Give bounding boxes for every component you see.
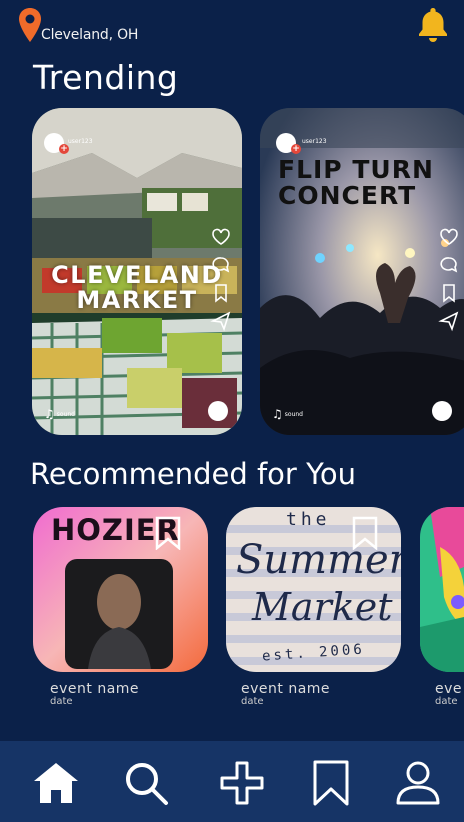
event-card-hozier[interactable]: HOZIER bbox=[33, 507, 208, 672]
bookmark-icon[interactable] bbox=[351, 516, 379, 550]
event-date: date bbox=[241, 696, 264, 707]
sound-text: sound bbox=[284, 410, 303, 418]
event-name[interactable]: event name bbox=[241, 681, 330, 697]
add-icon[interactable] bbox=[218, 759, 266, 807]
bookmark-icon[interactable] bbox=[154, 516, 182, 550]
username[interactable]: user123 bbox=[68, 138, 93, 145]
action-rail bbox=[438, 226, 460, 346]
sound-label[interactable]: ♫ sound bbox=[272, 408, 303, 420]
card-title-line2: CONCERT bbox=[278, 181, 417, 211]
pin-icon[interactable] bbox=[17, 7, 43, 43]
music-note-icon: ♫ bbox=[272, 407, 283, 421]
trending-card-concert[interactable]: + user123 FLIP TURN CONCERT ♫ sound bbox=[260, 108, 464, 435]
heart-icon[interactable] bbox=[438, 226, 460, 254]
top-bar: Cleveland, OH bbox=[0, 0, 464, 55]
search-icon[interactable] bbox=[122, 759, 170, 807]
bell-icon[interactable] bbox=[414, 5, 452, 43]
card-title-line1: FLIP TURN bbox=[278, 155, 434, 184]
colorful-poster bbox=[420, 507, 464, 672]
bookmark-icon[interactable] bbox=[438, 282, 460, 310]
comment-icon[interactable] bbox=[210, 254, 232, 282]
follow-plus-icon[interactable]: + bbox=[291, 144, 301, 154]
event-card-summer-market[interactable]: the Summer Market est. 2006 bbox=[226, 507, 401, 672]
event-name[interactable]: eve bbox=[435, 681, 462, 697]
action-rail bbox=[210, 226, 232, 346]
poster-line-market: Market bbox=[252, 585, 393, 629]
recommended-heading: Recommended for You bbox=[30, 457, 357, 491]
username[interactable]: user123 bbox=[302, 138, 327, 145]
card-title: FLIP TURN CONCERT bbox=[278, 155, 458, 211]
bottom-nav bbox=[0, 741, 464, 822]
user-avatar[interactable]: + bbox=[276, 133, 301, 154]
profile-icon[interactable] bbox=[394, 759, 442, 807]
event-date: date bbox=[50, 696, 73, 707]
event-card-partial[interactable] bbox=[420, 507, 464, 672]
trending-heading: Trending bbox=[33, 58, 179, 97]
poster-line-the: the bbox=[286, 509, 331, 530]
music-note-icon: ♫ bbox=[44, 407, 55, 421]
page-dot[interactable] bbox=[208, 401, 228, 421]
send-icon[interactable] bbox=[438, 310, 460, 338]
comment-icon[interactable] bbox=[438, 254, 460, 282]
send-icon[interactable] bbox=[210, 310, 232, 338]
bookmark-nav-icon[interactable] bbox=[307, 759, 355, 807]
home-icon[interactable] bbox=[32, 759, 80, 807]
user-avatar[interactable]: + bbox=[44, 133, 69, 154]
bookmark-icon[interactable] bbox=[210, 282, 232, 310]
event-name[interactable]: event name bbox=[50, 681, 139, 697]
follow-plus-icon[interactable]: + bbox=[59, 144, 69, 154]
trending-card-market[interactable]: + user123 CLEVELAND MARKET ♫ sound bbox=[32, 108, 242, 435]
sound-label[interactable]: ♫ sound bbox=[44, 408, 75, 420]
page-dot[interactable] bbox=[432, 401, 452, 421]
heart-icon[interactable] bbox=[210, 226, 232, 254]
sound-text: sound bbox=[56, 410, 75, 418]
location-label[interactable]: Cleveland, OH bbox=[41, 27, 138, 43]
event-date: date bbox=[435, 696, 458, 707]
